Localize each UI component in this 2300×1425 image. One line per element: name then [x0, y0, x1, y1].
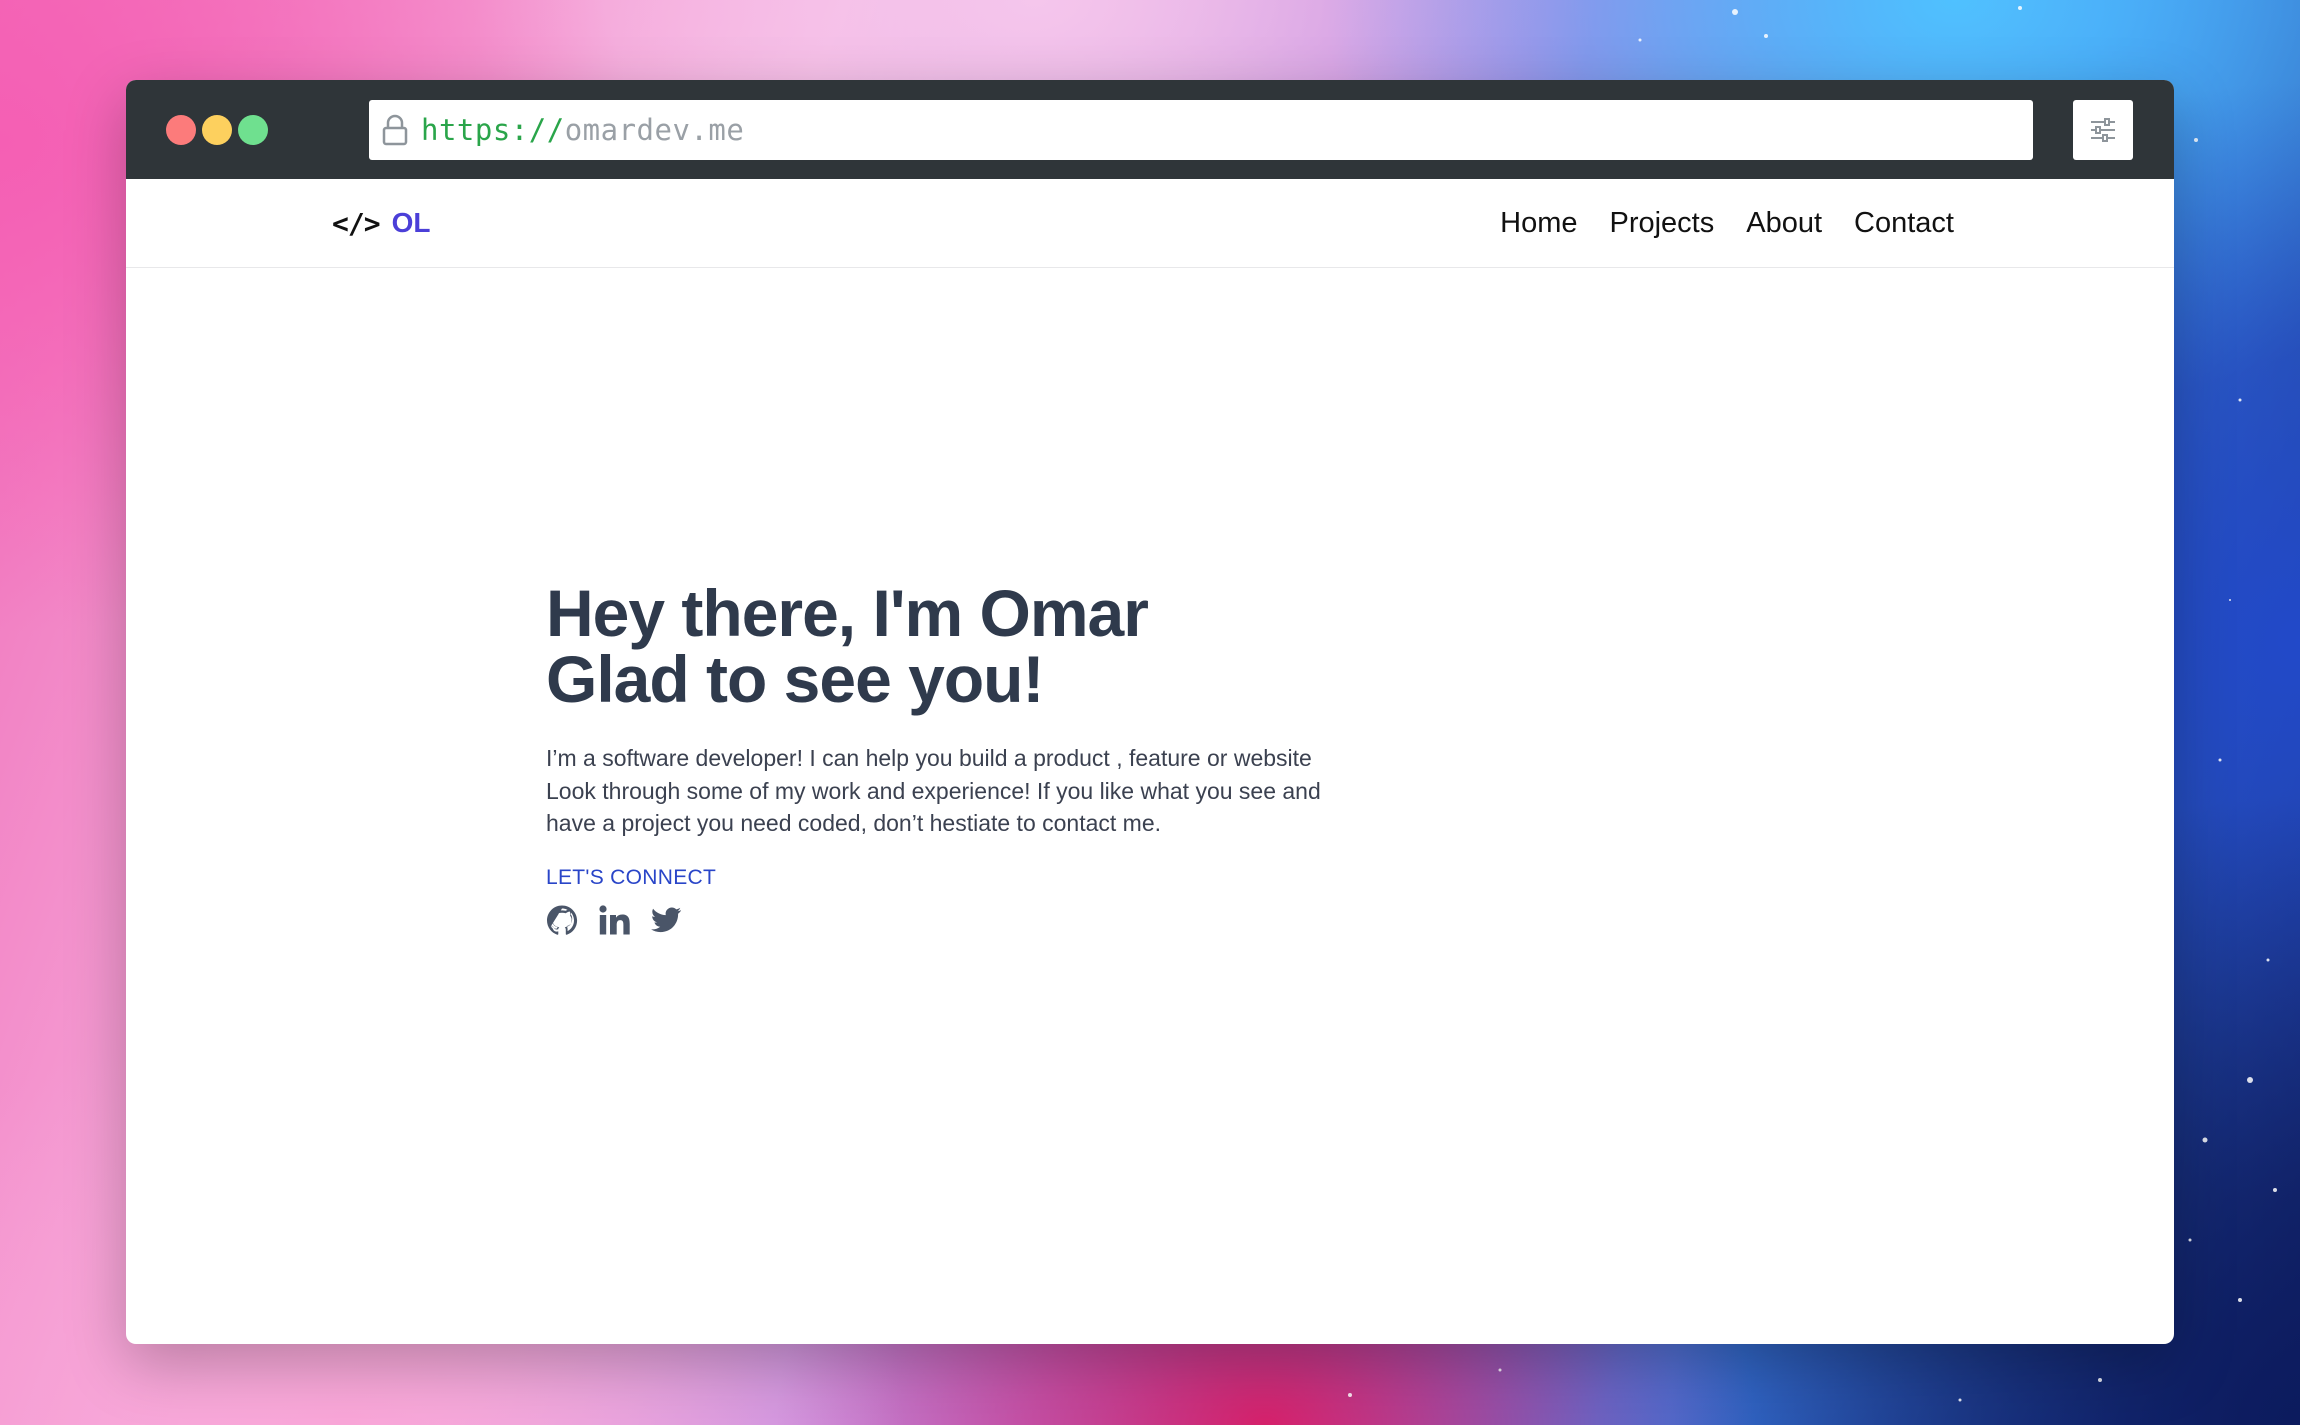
browser-window: https://omardev.me </> OL Home Projects … — [126, 80, 2174, 1344]
site-logo[interactable]: </> OL — [332, 203, 430, 243]
minimize-window-button[interactable] — [202, 115, 232, 145]
nav-link-home[interactable]: Home — [1500, 201, 1577, 245]
maximize-window-button[interactable] — [238, 115, 268, 145]
linkedin-icon[interactable] — [598, 904, 630, 936]
nav-link-contact[interactable]: Contact — [1854, 201, 1954, 245]
hero-section: Hey there, I'm Omar Glad to see you! I’m… — [546, 580, 1446, 936]
settings-button[interactable] — [2073, 100, 2133, 160]
hero-title-line1: Hey there, I'm Omar — [546, 576, 1149, 650]
github-icon[interactable] — [546, 904, 578, 936]
url-protocol: https:// — [421, 113, 565, 147]
twitter-icon[interactable] — [650, 904, 682, 936]
lock-icon — [382, 114, 408, 146]
connect-label: LET'S CONNECT — [546, 865, 717, 889]
code-icon: </> — [332, 206, 381, 240]
hero-title: Hey there, I'm Omar Glad to see you! — [546, 580, 1446, 712]
nav-link-projects[interactable]: Projects — [1609, 201, 1714, 245]
main-nav: Home Projects About Contact — [1500, 201, 1954, 245]
url-host: omardev.me — [564, 113, 745, 147]
close-window-button[interactable] — [166, 115, 196, 145]
logo-text: OL — [391, 207, 431, 238]
browser-titlebar: https://omardev.me — [126, 80, 2174, 179]
social-links — [546, 904, 1446, 936]
hero-description: I’m a software developer! I can help you… — [546, 745, 1321, 836]
address-bar[interactable]: https://omardev.me — [369, 100, 2033, 160]
site-navbar: </> OL Home Projects About Contact — [126, 179, 2174, 268]
hero-title-line2: Glad to see you! — [546, 642, 1044, 716]
sliders-icon — [2091, 118, 2115, 142]
url-text[interactable]: https://omardev.me — [421, 113, 744, 147]
nav-link-about[interactable]: About — [1746, 201, 1822, 245]
